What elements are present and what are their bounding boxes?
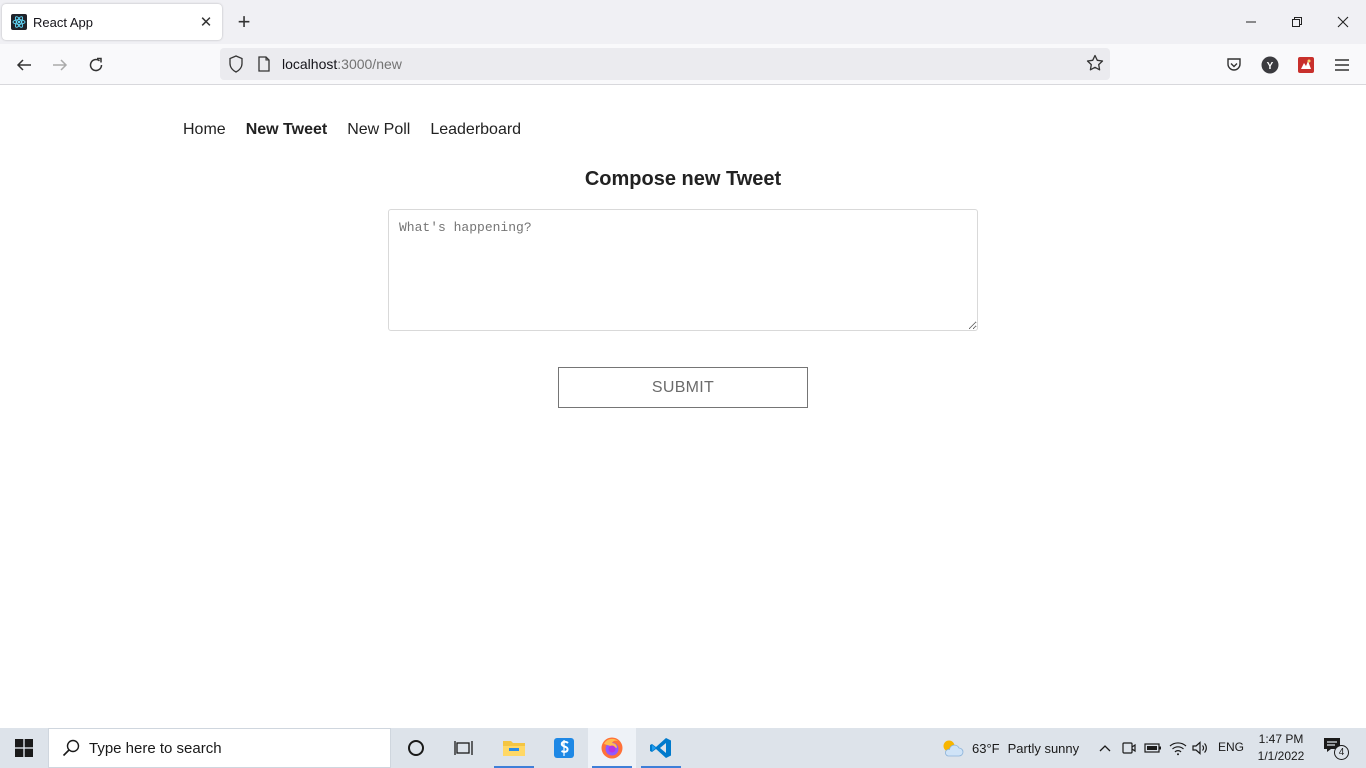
arrow-left-icon xyxy=(16,59,31,71)
volume-icon[interactable] xyxy=(1190,738,1210,758)
account-avatar[interactable]: Y xyxy=(1258,53,1282,77)
extension-icon[interactable] xyxy=(1294,53,1318,77)
taskbar-search-box[interactable]: Type here to search xyxy=(48,728,391,768)
s-app-icon xyxy=(554,738,574,758)
back-button[interactable] xyxy=(9,50,39,80)
battery-icon[interactable] xyxy=(1143,738,1163,758)
minimize-icon xyxy=(1246,21,1256,23)
page-info-icon[interactable] xyxy=(257,56,271,77)
cortana-button[interactable] xyxy=(392,728,440,768)
task-view-icon xyxy=(454,741,473,755)
action-center-button[interactable]: 4 xyxy=(1322,736,1350,760)
url-bar[interactable]: localhost:3000/new xyxy=(220,48,1110,80)
weather-description: Partly sunny xyxy=(1007,740,1080,756)
wifi-icon[interactable] xyxy=(1168,738,1188,758)
new-tab-button[interactable]: + xyxy=(232,9,256,34)
file-explorer-button[interactable] xyxy=(490,728,538,768)
notification-count-badge: 4 xyxy=(1334,745,1349,760)
tracking-shield-icon[interactable] xyxy=(228,55,244,78)
browser-tab-bar: React App ✕ + xyxy=(0,0,1366,44)
cortana-circle-icon xyxy=(408,740,424,756)
close-icon xyxy=(1337,16,1349,28)
windows-taskbar: Type here to search 63°F Partly sunny EN… xyxy=(0,728,1366,768)
page-content: Home New Tweet New Poll Leaderboard Comp… xyxy=(0,85,1366,728)
vscode-taskbar-button[interactable] xyxy=(637,728,685,768)
url-host: localhost xyxy=(282,56,338,72)
submit-button[interactable]: SUBMIT xyxy=(558,367,808,408)
search-icon xyxy=(61,738,81,758)
forward-button[interactable] xyxy=(45,50,75,80)
input-language-indicator[interactable]: ENG xyxy=(1218,740,1244,754)
weather-temperature: 63°F xyxy=(972,740,1000,756)
nav-leaderboard-link[interactable]: Leaderboard xyxy=(430,121,521,139)
browser-tab[interactable]: React App ✕ xyxy=(2,4,222,40)
reload-button[interactable] xyxy=(81,50,111,80)
nav-home-link[interactable]: Home xyxy=(183,121,226,139)
menu-hamburger-icon[interactable] xyxy=(1330,53,1354,77)
clock-time: 1:47 PM xyxy=(1258,732,1304,746)
pocket-icon[interactable] xyxy=(1222,53,1246,77)
show-hidden-icons-chevron-up-icon[interactable] xyxy=(1095,738,1115,758)
clock-date: 1/1/2022 xyxy=(1257,749,1305,763)
minimize-window-button[interactable] xyxy=(1228,0,1274,44)
meet-now-icon[interactable] xyxy=(1119,738,1139,758)
react-favicon-icon xyxy=(11,14,27,30)
restore-icon xyxy=(1292,17,1302,27)
app-navigation: Home New Tweet New Poll Leaderboard xyxy=(183,121,521,139)
partly-sunny-icon xyxy=(943,740,964,757)
weather-widget[interactable]: 63°F Partly sunny xyxy=(940,728,1079,768)
restore-window-button[interactable] xyxy=(1274,0,1320,44)
avatar-initial: Y xyxy=(1267,61,1274,72)
nav-new-tweet-link[interactable]: New Tweet xyxy=(246,121,328,139)
firefox-icon xyxy=(601,737,623,759)
taskbar-clock[interactable]: 1:47 PM 1/1/2022 xyxy=(1252,731,1310,765)
search-placeholder: Type here to search xyxy=(89,739,222,757)
close-window-button[interactable] xyxy=(1320,0,1366,44)
windows-logo-icon xyxy=(15,739,33,757)
reload-icon xyxy=(89,57,103,72)
store-app-button[interactable] xyxy=(540,728,588,768)
tab-title: React App xyxy=(33,14,93,30)
nav-new-poll-link[interactable]: New Poll xyxy=(347,121,410,139)
folder-icon xyxy=(503,741,525,756)
browser-navigation-bar: localhost:3000/new Y xyxy=(0,44,1366,85)
url-text[interactable]: localhost:3000/new xyxy=(282,56,402,72)
task-view-button[interactable] xyxy=(440,728,488,768)
arrow-right-icon xyxy=(53,59,68,71)
bookmark-star-icon[interactable] xyxy=(1086,54,1104,77)
vscode-icon xyxy=(650,738,671,758)
close-tab-icon[interactable]: ✕ xyxy=(194,10,218,34)
start-button[interactable] xyxy=(0,728,48,768)
tweet-textarea[interactable] xyxy=(388,209,978,331)
firefox-taskbar-button[interactable] xyxy=(588,728,636,768)
url-path: :3000/new xyxy=(337,56,402,72)
compose-title: Compose new Tweet xyxy=(584,168,782,190)
